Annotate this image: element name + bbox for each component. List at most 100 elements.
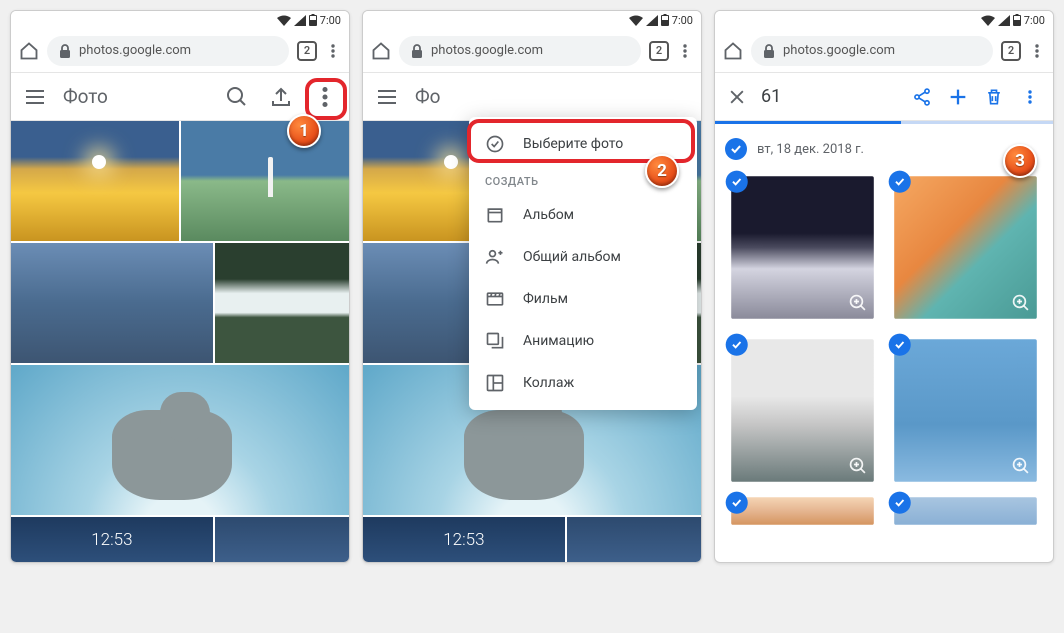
selection-header: 61 bbox=[715, 73, 1053, 121]
search-icon[interactable] bbox=[225, 85, 249, 109]
phone-1: 7:00 photos.google.com 2 Фото 1 bbox=[10, 10, 350, 563]
selected-thumb[interactable] bbox=[894, 339, 1037, 482]
more-icon[interactable] bbox=[677, 43, 693, 59]
app-header: Фо bbox=[363, 73, 701, 121]
step-badge-1: 1 bbox=[287, 114, 321, 148]
browser-bar: photos.google.com 2 bbox=[715, 29, 1053, 73]
status-bar: 7:00 bbox=[11, 11, 349, 29]
menu-label: Альбом bbox=[523, 207, 574, 223]
selection-count: 61 bbox=[761, 86, 897, 107]
wifi-icon bbox=[981, 15, 995, 26]
battery-icon bbox=[309, 14, 317, 26]
status-time: 7:00 bbox=[672, 14, 693, 27]
status-time: 7:00 bbox=[320, 14, 341, 27]
more-icon[interactable] bbox=[325, 43, 341, 59]
selected-thumb[interactable] bbox=[894, 497, 1037, 525]
share-button[interactable] bbox=[911, 86, 933, 108]
date-label: вт, 18 дек. 2018 г. bbox=[757, 142, 864, 157]
add-button[interactable] bbox=[947, 86, 969, 108]
close-icon[interactable] bbox=[727, 87, 747, 107]
phone-2: 7:00 photos.google.com 2 Фо bbox=[362, 10, 702, 563]
url-text: photos.google.com bbox=[79, 43, 191, 58]
selected-thumb[interactable] bbox=[731, 176, 874, 319]
menu-album[interactable]: Альбом bbox=[469, 194, 697, 236]
page-title: Фо bbox=[415, 85, 689, 108]
selection-grid bbox=[725, 496, 1043, 526]
zoom-icon[interactable] bbox=[848, 293, 868, 313]
selection-content: вт, 18 дек. 2018 г. 3 bbox=[715, 124, 1053, 534]
battery-icon bbox=[1013, 14, 1021, 26]
tab-count[interactable]: 2 bbox=[297, 41, 317, 61]
menu-label: Анимацию bbox=[523, 333, 594, 349]
menu-icon[interactable] bbox=[375, 85, 399, 109]
wifi-icon bbox=[277, 15, 291, 26]
photo-thumb[interactable] bbox=[11, 517, 213, 562]
phone-3: 7:00 photos.google.com 2 61 вт, 18 дек. … bbox=[714, 10, 1054, 563]
more-vert-icon[interactable] bbox=[1019, 86, 1041, 108]
delete-button[interactable] bbox=[983, 86, 1005, 108]
zoom-icon[interactable] bbox=[848, 456, 868, 476]
menu-icon[interactable] bbox=[23, 85, 47, 109]
more-icon[interactable] bbox=[1029, 43, 1045, 59]
home-icon[interactable] bbox=[19, 41, 39, 61]
menu-collage[interactable]: Коллаж bbox=[469, 362, 697, 404]
lock-icon bbox=[411, 44, 423, 58]
home-icon[interactable] bbox=[723, 41, 743, 61]
upload-icon[interactable] bbox=[269, 85, 293, 109]
menu-label: Фильм bbox=[523, 291, 568, 307]
photo-thumb[interactable] bbox=[567, 517, 701, 562]
selected-thumb[interactable] bbox=[894, 176, 1037, 319]
home-icon[interactable] bbox=[371, 41, 391, 61]
photo-thumb[interactable] bbox=[215, 243, 349, 363]
tab-count[interactable]: 2 bbox=[1001, 41, 1021, 61]
browser-bar: photos.google.com 2 bbox=[363, 29, 701, 73]
selected-thumb[interactable] bbox=[731, 497, 874, 525]
status-bar: 7:00 bbox=[715, 11, 1053, 29]
animation-icon bbox=[485, 331, 505, 351]
page-title: Фото bbox=[63, 85, 209, 108]
selection-grid bbox=[725, 170, 1043, 488]
photo-thumb[interactable] bbox=[363, 517, 565, 562]
step-badge-3: 3 bbox=[1003, 144, 1037, 178]
battery-icon bbox=[661, 14, 669, 26]
signal-icon bbox=[998, 15, 1010, 26]
step-badge-2: 2 bbox=[645, 154, 679, 188]
signal-icon bbox=[646, 15, 658, 26]
url-bar[interactable]: photos.google.com bbox=[399, 36, 641, 66]
movie-icon bbox=[485, 289, 505, 309]
tab-count[interactable]: 2 bbox=[649, 41, 669, 61]
status-time: 7:00 bbox=[1024, 14, 1045, 27]
url-bar[interactable]: photos.google.com bbox=[47, 36, 289, 66]
check-icon bbox=[889, 334, 911, 356]
signal-icon bbox=[294, 15, 306, 26]
photo-thumb[interactable] bbox=[215, 517, 349, 562]
check-icon bbox=[725, 138, 747, 160]
lock-icon bbox=[59, 44, 71, 58]
menu-shared-album[interactable]: Общий альбом bbox=[469, 236, 697, 278]
people-icon bbox=[485, 247, 505, 267]
zoom-icon[interactable] bbox=[1011, 456, 1031, 476]
menu-movie[interactable]: Фильм bbox=[469, 278, 697, 320]
check-icon bbox=[726, 492, 748, 514]
wifi-icon bbox=[629, 15, 643, 26]
check-icon bbox=[726, 171, 748, 193]
photo-grid bbox=[11, 121, 349, 562]
tutorial-highlight bbox=[305, 78, 347, 120]
url-text: photos.google.com bbox=[431, 43, 543, 58]
photo-thumb[interactable] bbox=[11, 243, 213, 363]
photo-thumb[interactable] bbox=[181, 121, 349, 241]
selected-thumb[interactable] bbox=[731, 339, 874, 482]
check-icon bbox=[889, 492, 911, 514]
status-bar: 7:00 bbox=[363, 11, 701, 29]
menu-label: Общий альбом bbox=[523, 249, 621, 265]
url-bar[interactable]: photos.google.com bbox=[751, 36, 993, 66]
date-header[interactable]: вт, 18 дек. 2018 г. bbox=[725, 138, 1043, 160]
check-icon bbox=[889, 171, 911, 193]
zoom-icon[interactable] bbox=[1011, 293, 1031, 313]
menu-animation[interactable]: Анимацию bbox=[469, 320, 697, 362]
photo-thumb[interactable] bbox=[11, 365, 349, 515]
album-icon bbox=[485, 205, 505, 225]
photo-thumb[interactable] bbox=[11, 121, 179, 241]
browser-bar: photos.google.com 2 bbox=[11, 29, 349, 73]
check-icon bbox=[726, 334, 748, 356]
